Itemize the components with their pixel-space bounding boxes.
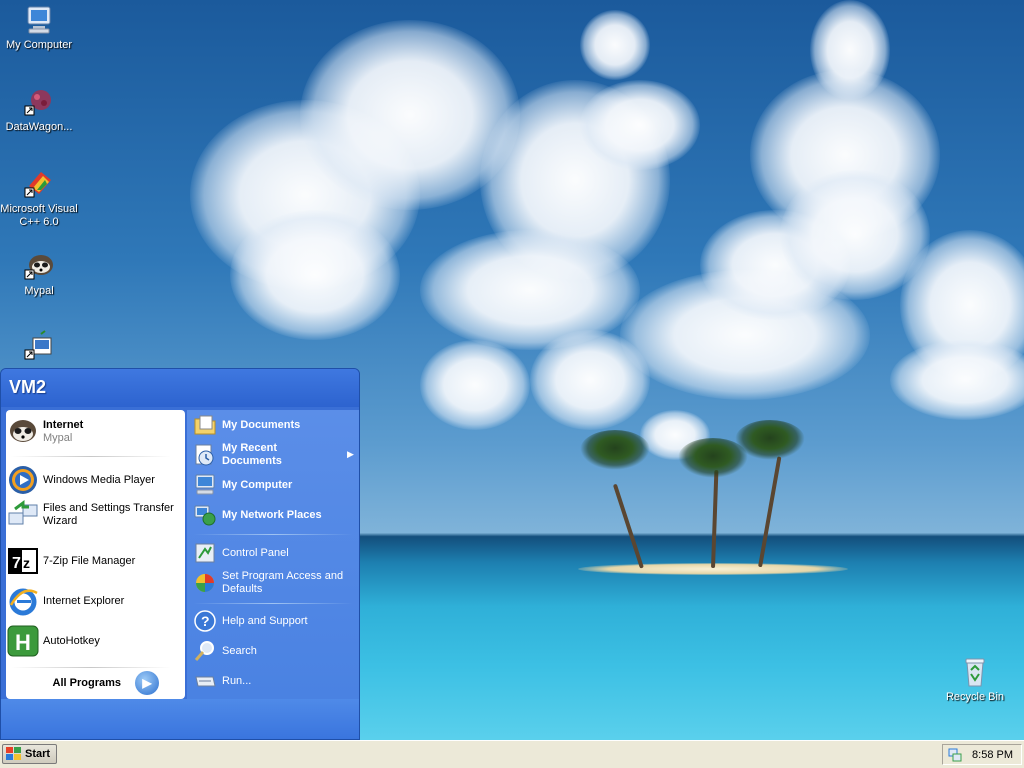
program-label: Internet Explorer (43, 594, 125, 607)
start-menu: VM2 Internet Mypal Windows Media Player … (0, 368, 360, 740)
place-label: Control Panel (222, 546, 289, 559)
place-network-places[interactable]: My Network Places (193, 503, 358, 527)
pinned-subtitle: Mypal (43, 432, 73, 444)
desktop-icon-visual-cpp[interactable]: Microsoft Visual C++ 6.0 (0, 168, 78, 229)
arrow-right-icon: ▶ (135, 671, 159, 695)
start-label: Start (25, 748, 51, 760)
desktop-icon-label: Microsoft Visual C++ 6.0 (0, 203, 78, 228)
place-label: Search (222, 644, 257, 657)
my-computer-icon (23, 4, 55, 36)
program-seven-zip[interactable]: 7z 7-Zip File Manager (7, 543, 175, 579)
place-label: My Documents (222, 418, 301, 431)
place-search[interactable]: Search (193, 639, 358, 663)
desktop-icon-label: Recycle Bin (945, 691, 1005, 703)
place-label: Help and Support (222, 614, 308, 627)
desktop-icon-mypal[interactable]: Mypal (0, 250, 78, 298)
svg-text:z: z (23, 555, 30, 571)
separator (193, 603, 353, 604)
media-player-icon (7, 464, 39, 496)
control-panel-icon (193, 541, 217, 565)
desktop-icon-remote[interactable] (0, 330, 78, 365)
program-label: Windows Media Player (43, 473, 155, 486)
cloud (810, 0, 890, 100)
system-tray: 8:58 PM (942, 744, 1022, 765)
place-recent-documents[interactable]: My Recent Documents (193, 441, 358, 469)
svg-text:H: H (15, 630, 31, 655)
program-autohotkey[interactable]: H AutoHotkey (7, 623, 175, 659)
seven-zip-icon: 7z (7, 545, 39, 577)
program-transfer-wizard[interactable]: Files and Settings Transfer Wizard (7, 497, 175, 533)
cloud (420, 340, 530, 430)
mypal-icon (7, 416, 39, 448)
all-programs-label: All Programs (52, 677, 121, 689)
visual-cpp-icon (23, 168, 55, 200)
program-internet-explorer[interactable]: Internet Explorer (7, 583, 175, 619)
transfer-wizard-icon (7, 499, 39, 531)
desktop-icon-label: My Computer (5, 39, 73, 51)
cloud (230, 210, 400, 340)
separator (193, 534, 353, 535)
run-icon (193, 669, 217, 693)
program-media-player[interactable]: Windows Media Player (7, 462, 175, 498)
start-menu-footer (1, 699, 359, 739)
clock[interactable]: 8:58 PM (972, 749, 1013, 761)
program-label: 7-Zip File Manager (43, 554, 136, 567)
place-help[interactable]: ? Help and Support (193, 609, 358, 633)
recycle-bin-icon (959, 656, 991, 688)
separator (11, 456, 171, 457)
place-label: My Computer (222, 478, 293, 491)
place-label: My Network Places (222, 508, 322, 521)
palm-trunk (711, 469, 719, 569)
all-programs-button[interactable]: All Programs ▶ (7, 670, 175, 696)
help-icon: ? (193, 609, 217, 633)
palm-trunk (612, 483, 644, 569)
pinned-internet[interactable]: Internet Mypal (7, 414, 175, 450)
datawagon-icon (23, 86, 55, 118)
desktop-icon-recycle-bin[interactable]: Recycle Bin (936, 656, 1014, 704)
palm-crown (580, 430, 650, 470)
place-label: Set Program Access and Defaults (222, 570, 344, 595)
internet-explorer-icon (7, 585, 39, 617)
desktop-icon-label: DataWagon... (5, 121, 73, 133)
cloud (580, 10, 650, 80)
program-access-icon (193, 571, 217, 595)
place-run[interactable]: Run... (193, 669, 358, 693)
taskbar: Start 8:58 PM (0, 740, 1024, 768)
program-label: Files and Settings Transfer Wizard (43, 502, 174, 527)
search-icon (193, 639, 217, 663)
program-label: AutoHotkey (43, 634, 100, 647)
autohotkey-icon: H (7, 625, 39, 657)
recent-documents-icon (193, 443, 217, 467)
cloud (580, 80, 700, 170)
desktop-icon-label: Mypal (24, 285, 54, 297)
my-computer-icon (193, 473, 217, 497)
my-documents-icon (193, 413, 217, 437)
remote-desktop-icon (23, 330, 55, 362)
submenu-arrow-icon: ▶ (347, 449, 354, 459)
place-label: My Recent Documents (222, 442, 282, 467)
place-my-documents[interactable]: My Documents (193, 413, 358, 437)
svg-text:?: ? (201, 613, 210, 629)
palm-trunk (758, 456, 782, 568)
svg-text:7: 7 (12, 555, 21, 572)
network-tray-icon[interactable] (948, 748, 962, 762)
windows-flag-icon (6, 747, 22, 761)
network-places-icon (193, 503, 217, 527)
desktop-icon-my-computer[interactable]: My Computer (0, 4, 78, 52)
palm-crown (735, 420, 805, 460)
place-label: Run... (222, 674, 252, 687)
place-control-panel[interactable]: Control Panel (193, 541, 358, 565)
start-button[interactable]: Start (2, 744, 57, 764)
start-menu-user: VM2 (1, 369, 359, 407)
cloud (890, 340, 1024, 420)
desktop-icon-datawagon[interactable]: DataWagon... (0, 86, 78, 134)
place-my-computer[interactable]: My Computer (193, 473, 358, 497)
separator (11, 667, 171, 668)
place-program-access[interactable]: Set Program Access and Defaults (193, 569, 358, 597)
pinned-title: Internet (43, 419, 84, 431)
mypal-icon (23, 250, 55, 282)
